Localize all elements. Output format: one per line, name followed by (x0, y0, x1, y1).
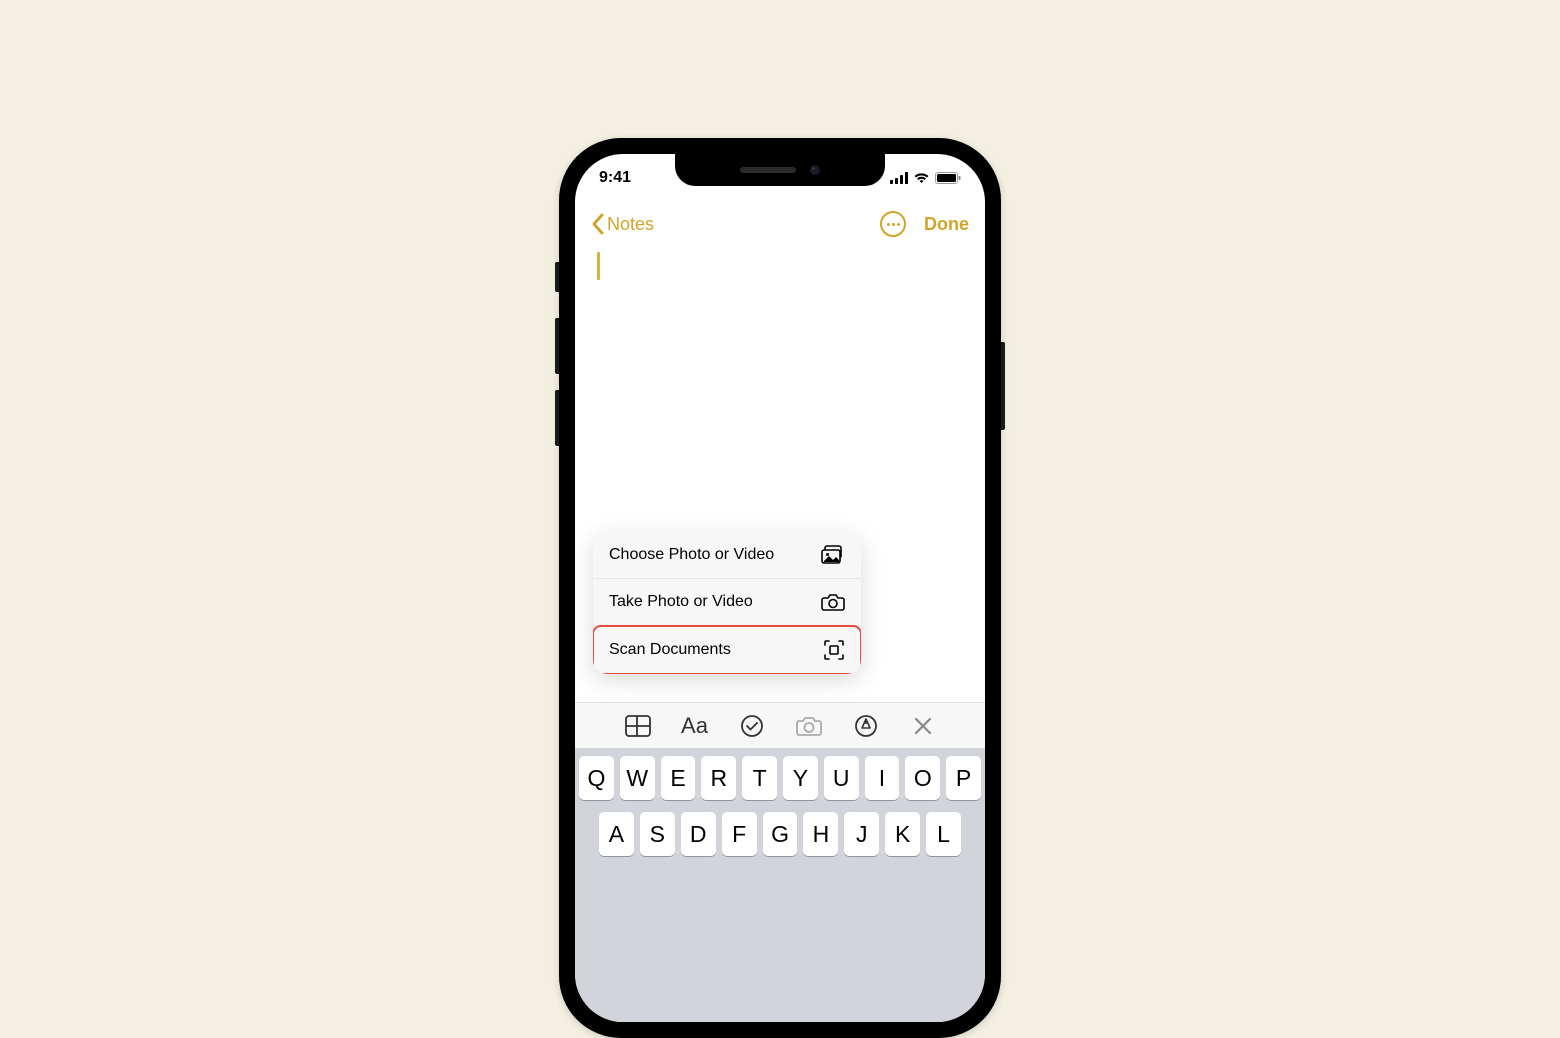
status-time: 9:41 (599, 169, 631, 187)
close-keyboard-tool[interactable] (906, 709, 940, 743)
speaker-grill (740, 167, 796, 173)
key-f[interactable]: F (722, 812, 757, 856)
key-d[interactable]: D (681, 812, 716, 856)
menu-item-choose-photo[interactable]: Choose Photo or Video (593, 532, 861, 579)
key-t[interactable]: T (742, 756, 777, 800)
cellular-icon (890, 172, 908, 184)
key-u[interactable]: U (824, 756, 859, 800)
key-k[interactable]: K (885, 812, 920, 856)
close-icon (913, 716, 933, 736)
status-indicators (890, 172, 961, 184)
mute-switch (555, 262, 559, 292)
markup-tool[interactable] (849, 709, 883, 743)
key-p[interactable]: P (946, 756, 981, 800)
note-editor[interactable] (575, 246, 985, 506)
attachment-menu: Choose Photo or Video Take Photo or Vide… (593, 532, 861, 674)
camera-icon (796, 715, 822, 737)
key-j[interactable]: J (844, 812, 879, 856)
keyboard: Q W E R T Y U I O P A S D F G H J K L (575, 748, 985, 1022)
more-menu-button[interactable] (880, 211, 906, 237)
notch (675, 154, 885, 186)
photo-stack-icon (821, 545, 845, 565)
checkmark-circle-icon (740, 714, 764, 738)
menu-item-label: Choose Photo or Video (609, 546, 774, 564)
pencil-tip-icon (854, 714, 878, 738)
volume-up-button (555, 318, 559, 374)
key-h[interactable]: H (803, 812, 838, 856)
volume-down-button (555, 390, 559, 446)
menu-item-scan-documents[interactable]: Scan Documents (593, 626, 861, 674)
key-y[interactable]: Y (783, 756, 818, 800)
power-button (1001, 342, 1005, 430)
menu-item-label: Take Photo or Video (609, 593, 753, 611)
chevron-left-icon (591, 213, 605, 235)
key-e[interactable]: E (661, 756, 696, 800)
camera-tool[interactable] (792, 709, 826, 743)
front-camera (810, 165, 820, 175)
key-a[interactable]: A (599, 812, 634, 856)
back-button[interactable]: Notes (591, 213, 654, 235)
key-s[interactable]: S (640, 812, 675, 856)
table-icon (625, 715, 651, 737)
scan-icon (823, 639, 845, 661)
key-i[interactable]: I (865, 756, 900, 800)
phone-frame: 9:41 (559, 138, 1001, 1038)
navigation-bar: Notes Done (575, 202, 985, 246)
key-r[interactable]: R (701, 756, 736, 800)
key-g[interactable]: G (763, 812, 798, 856)
key-w[interactable]: W (620, 756, 655, 800)
wifi-icon (913, 172, 930, 184)
checklist-tool[interactable] (735, 709, 769, 743)
camera-icon (821, 592, 845, 612)
keyboard-row-2: A S D F G H J K L (579, 812, 981, 856)
text-cursor (597, 252, 600, 280)
key-l[interactable]: L (926, 812, 961, 856)
table-tool[interactable] (621, 709, 655, 743)
battery-icon (935, 172, 961, 184)
back-label: Notes (607, 214, 654, 235)
key-q[interactable]: Q (579, 756, 614, 800)
formatting-toolbar: Aa (575, 702, 985, 748)
key-o[interactable]: O (905, 756, 940, 800)
keyboard-row-1: Q W E R T Y U I O P (579, 756, 981, 800)
screen: 9:41 (575, 154, 985, 1022)
menu-item-take-photo[interactable]: Take Photo or Video (593, 579, 861, 626)
done-button[interactable]: Done (924, 214, 969, 235)
text-format-tool[interactable]: Aa (678, 709, 712, 743)
menu-item-label: Scan Documents (609, 641, 731, 659)
